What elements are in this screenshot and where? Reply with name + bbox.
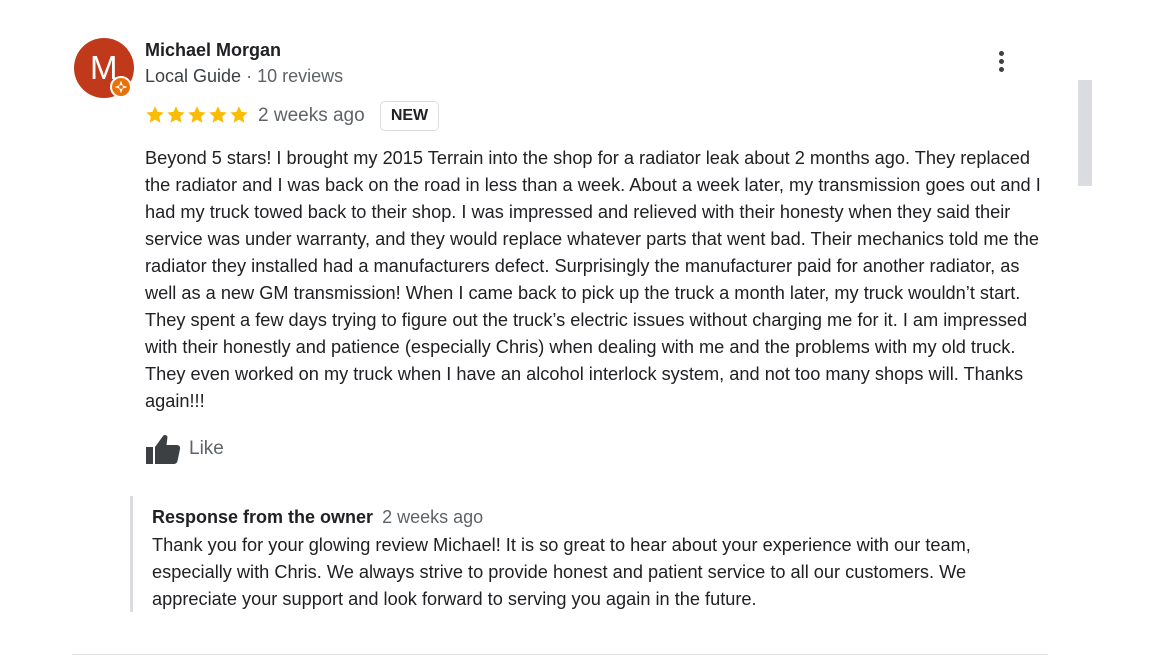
star-icon (209, 106, 227, 123)
local-guide-label: Local Guide (145, 66, 242, 86)
reviewer-name[interactable]: Michael Morgan (145, 40, 281, 61)
meta-separator: · (241, 66, 258, 86)
divider (72, 654, 1048, 655)
reviews-count: 10 reviews (257, 66, 344, 86)
star-icon (188, 106, 206, 123)
local-guide-icon (110, 76, 132, 98)
scrollbar-thumb[interactable] (1078, 80, 1092, 186)
more-vert-icon (988, 51, 1014, 72)
star-icon (230, 106, 248, 123)
more-options-button[interactable] (988, 48, 1014, 78)
review-text: Beyond 5 stars! I brought my 2015 Terrai… (145, 148, 1041, 411)
like-button[interactable]: Like (145, 432, 224, 466)
new-badge: NEW (380, 101, 439, 131)
star-rating (145, 105, 249, 127)
owner-response: Response from the owner 2 weeks ago Than… (130, 496, 1040, 612)
owner-response-heading: Response from the owner (152, 507, 374, 527)
thumb-up-icon (146, 434, 181, 464)
star-icon (146, 106, 164, 123)
owner-response-header: Response from the owner 2 weeks ago (152, 506, 1040, 528)
owner-response-text: Thank you for your glowing review Michae… (152, 535, 971, 609)
star-icon (167, 106, 185, 123)
owner-response-time: 2 weeks ago (382, 507, 484, 527)
review-time: 2 weeks ago (258, 105, 365, 126)
reviewer-meta[interactable]: Local Guide · 10 reviews (145, 66, 343, 87)
like-label: Like (189, 438, 224, 459)
